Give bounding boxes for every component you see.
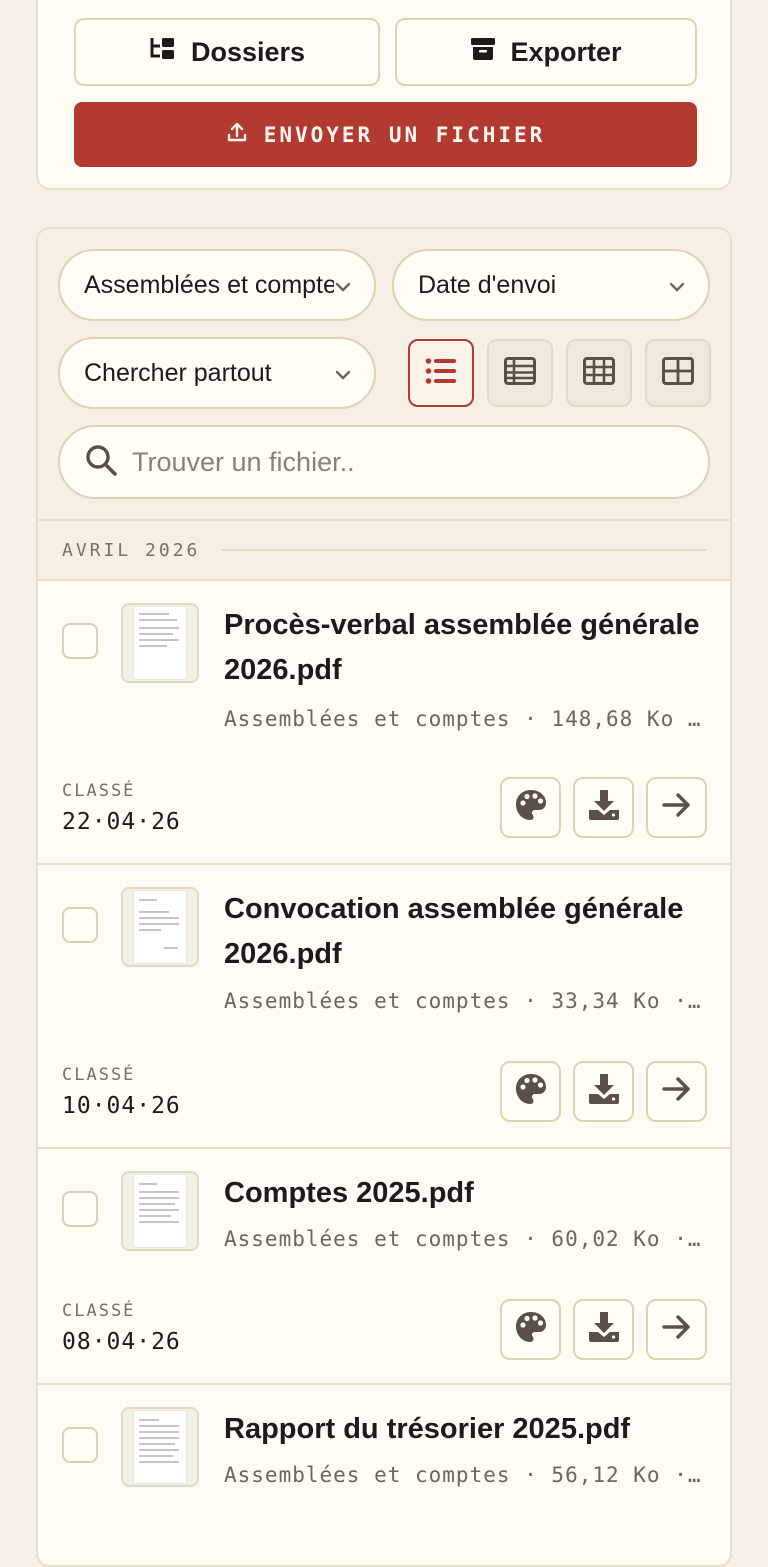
file-thumbnail[interactable] xyxy=(121,887,199,967)
download-icon xyxy=(587,1072,621,1111)
file-thumbnail[interactable] xyxy=(121,603,199,683)
folder-tree-icon xyxy=(149,36,177,69)
file-date: 10·04·26 xyxy=(62,1093,181,1119)
export-button-label: Exporter xyxy=(510,36,622,67)
file-row[interactable]: Convocation assemblée générale 2026.pdf … xyxy=(38,865,730,1149)
open-file-button[interactable] xyxy=(646,1299,707,1360)
file-status: CLASSÉ xyxy=(62,1301,136,1321)
file-row[interactable]: Rapport du trésorier 2025.pdf Assemblées… xyxy=(38,1385,730,1565)
file-thumbnail[interactable] xyxy=(121,1407,199,1487)
upload-file-button[interactable]: ENVOYER UN FICHIER xyxy=(74,102,697,167)
small-grid-icon xyxy=(583,356,615,390)
file-meta: Assemblées et comptes · 56,12 Ko · PDF xyxy=(224,1463,710,1487)
folders-button[interactable]: Dossiers xyxy=(74,18,380,86)
chevron-down-icon xyxy=(668,271,686,300)
download-button[interactable] xyxy=(573,1061,634,1122)
view-table-button[interactable] xyxy=(487,339,553,407)
file-list-card: Assemblées et comptes Date d'envoi Cherc… xyxy=(36,227,732,1567)
sort-select[interactable]: Date d'envoi xyxy=(392,249,710,321)
file-meta: Assemblées et comptes · 148,68 Ko · PDF xyxy=(224,707,710,731)
palette-icon xyxy=(514,1310,548,1349)
file-name[interactable]: Rapport du trésorier 2025.pdf xyxy=(224,1407,704,1452)
actions-card: Dossiers Exporter ENVOYER UN FICHIER xyxy=(36,0,732,190)
export-button[interactable]: Exporter xyxy=(395,18,697,86)
open-file-button[interactable] xyxy=(646,777,707,838)
large-grid-icon xyxy=(662,356,694,390)
download-icon xyxy=(587,788,621,827)
theme-button[interactable] xyxy=(500,777,561,838)
theme-button[interactable] xyxy=(500,1299,561,1360)
divider xyxy=(222,549,706,551)
file-date: 08·04·26 xyxy=(62,1329,181,1355)
palette-icon xyxy=(514,1072,548,1111)
folder-filter-value: Assemblées et comptes xyxy=(84,270,334,299)
file-select-checkbox[interactable] xyxy=(62,1191,98,1227)
archive-box-icon xyxy=(470,37,496,68)
filter-controls: Assemblées et comptes Date d'envoi Cherc… xyxy=(38,229,730,519)
sort-value: Date d'envoi xyxy=(418,270,557,299)
file-meta: Assemblées et comptes · 33,34 Ko · PDF xyxy=(224,989,710,1013)
chevron-down-icon xyxy=(334,271,352,300)
folder-filter-select[interactable]: Assemblées et comptes xyxy=(58,249,376,321)
file-thumbnail[interactable] xyxy=(121,1171,199,1251)
view-list-button[interactable] xyxy=(408,339,474,407)
download-icon xyxy=(587,1310,621,1349)
table-view-icon xyxy=(504,356,536,390)
upload-button-label: ENVOYER UN FICHIER xyxy=(263,122,546,147)
file-name[interactable]: Convocation assemblée générale 2026.pdf xyxy=(224,887,704,977)
file-date: 22·04·26 xyxy=(62,809,181,835)
download-button[interactable] xyxy=(573,777,634,838)
file-status: CLASSÉ xyxy=(62,781,136,801)
file-status: CLASSÉ xyxy=(62,1065,136,1085)
file-meta: Assemblées et comptes · 60,02 Ko · PDF xyxy=(224,1227,710,1251)
list-view-icon xyxy=(425,357,457,390)
file-name[interactable]: Comptes 2025.pdf xyxy=(224,1171,704,1216)
chevron-down-icon xyxy=(334,359,352,388)
search-input[interactable] xyxy=(132,446,708,478)
file-select-checkbox[interactable] xyxy=(62,1427,98,1463)
file-row[interactable]: Comptes 2025.pdf Assemblées et comptes ·… xyxy=(38,1149,730,1385)
theme-button[interactable] xyxy=(500,1061,561,1122)
upload-icon xyxy=(226,121,248,148)
month-group-header: AVRIL 2026 xyxy=(38,519,730,581)
search-icon xyxy=(84,443,118,482)
search-scope-select[interactable]: Chercher partout xyxy=(58,337,376,409)
download-button[interactable] xyxy=(573,1299,634,1360)
view-grid-large-button[interactable] xyxy=(645,339,711,407)
search-scope-value: Chercher partout xyxy=(84,358,272,387)
arrow-right-icon xyxy=(661,1075,693,1108)
file-select-checkbox[interactable] xyxy=(62,907,98,943)
file-search-field[interactable] xyxy=(58,425,710,499)
arrow-right-icon xyxy=(661,791,693,824)
arrow-right-icon xyxy=(661,1313,693,1346)
file-name[interactable]: Procès-verbal assemblée générale 2026.pd… xyxy=(224,603,704,693)
palette-icon xyxy=(514,788,548,827)
file-row[interactable]: Procès-verbal assemblée générale 2026.pd… xyxy=(38,581,730,865)
file-select-checkbox[interactable] xyxy=(62,623,98,659)
view-grid-small-button[interactable] xyxy=(566,339,632,407)
month-label: AVRIL 2026 xyxy=(62,539,201,561)
open-file-button[interactable] xyxy=(646,1061,707,1122)
folders-button-label: Dossiers xyxy=(190,36,306,67)
